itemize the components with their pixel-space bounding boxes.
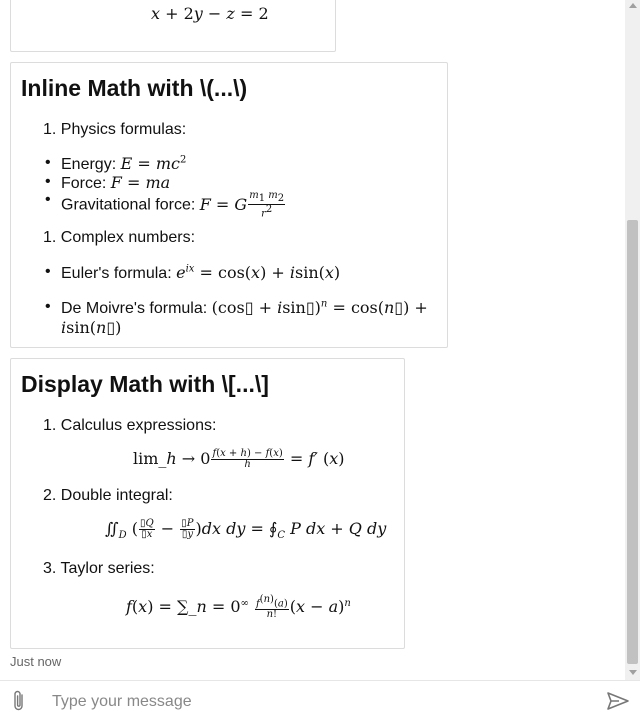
math-euler: eix = cos(x) + isin(x) xyxy=(176,263,341,282)
math-gravity: F = Gm1 m2 r2 xyxy=(199,190,286,220)
chat-scroll-area[interactable]: x + 2y − z = 2 Inline Math with \(...\) … xyxy=(0,0,625,680)
list-number: 1. xyxy=(43,417,57,434)
scroll-up-arrow-icon[interactable] xyxy=(629,3,637,8)
paperclip-icon[interactable] xyxy=(12,689,26,711)
vertical-scrollbar[interactable] xyxy=(625,0,640,680)
bullet-energy: Energy: E = mc2 xyxy=(45,154,187,174)
bullet-force: Force: F = ma xyxy=(45,173,171,193)
bullet-label: Force: xyxy=(61,175,111,192)
list-label: Physics formulas: xyxy=(60,121,187,138)
message-card-display-math: Display Math with \[...\] 1. Calculus ex… xyxy=(10,358,405,649)
equation-derivative: lim_h → 0 f(x + h) − f(x) h = f′ (x) xyxy=(133,448,345,470)
equation-greens: ∬D (▯Q ▯x − ▯P ▯y)dx dy = ∮C P dx + Q dy xyxy=(105,518,387,542)
scroll-down-arrow-icon[interactable] xyxy=(629,670,637,675)
message-composer xyxy=(0,680,640,721)
scrollbar-thumb[interactable] xyxy=(627,220,638,664)
list-item-complex: 1. Complex numbers: xyxy=(43,229,195,247)
list-number: 3. xyxy=(43,560,57,577)
list-number: 2. xyxy=(43,487,57,504)
section-heading: Inline Math with \(...\) xyxy=(21,75,248,101)
message-card-inline-math: Inline Math with \(...\) 1. Physics form… xyxy=(10,62,448,348)
bullet-euler: Euler's formula: eix = cos(x) + isin(x) xyxy=(45,263,341,283)
list-label: Taylor series: xyxy=(60,560,155,577)
bullet-label: Euler's formula: xyxy=(61,265,177,282)
list-label: Calculus expressions: xyxy=(60,417,217,434)
math-energy: E = mc2 xyxy=(120,154,187,173)
message-card-previous: x + 2y − z = 2 xyxy=(10,0,336,52)
list-label: Double integral: xyxy=(60,487,173,504)
message-input[interactable] xyxy=(50,689,594,715)
list-number: 1. xyxy=(43,121,57,138)
list-label: Complex numbers: xyxy=(60,229,196,246)
bullet-label: Energy: xyxy=(61,156,121,173)
section-heading: Display Math with \[...\] xyxy=(21,371,269,397)
math-force: F = ma xyxy=(110,173,171,192)
equation-line: x + 2y − z = 2 xyxy=(151,4,269,23)
bullet-label: Gravitational force: xyxy=(61,196,200,214)
send-icon[interactable] xyxy=(606,690,630,712)
list-item-calculus: 1. Calculus expressions: xyxy=(43,417,216,435)
bullet-gravity: Gravitational force: F = Gm1 m2r2 xyxy=(45,190,286,220)
message-timestamp: Just now xyxy=(10,654,62,669)
equation-taylor: f(x) = ∑_n = 0∞ f(n)(a) n! (x − a)n xyxy=(126,594,351,621)
list-item-double-integral: 2. Double integral: xyxy=(43,487,173,505)
bullet-demoivre: De Moivre's formula: (cos▯ + isin▯)n = c… xyxy=(45,298,447,338)
list-number: 1. xyxy=(43,229,57,246)
list-item-physics: 1. Physics formulas: xyxy=(43,121,186,139)
list-item-taylor: 3. Taylor series: xyxy=(43,560,155,578)
bullet-label: De Moivre's formula: xyxy=(61,300,212,317)
